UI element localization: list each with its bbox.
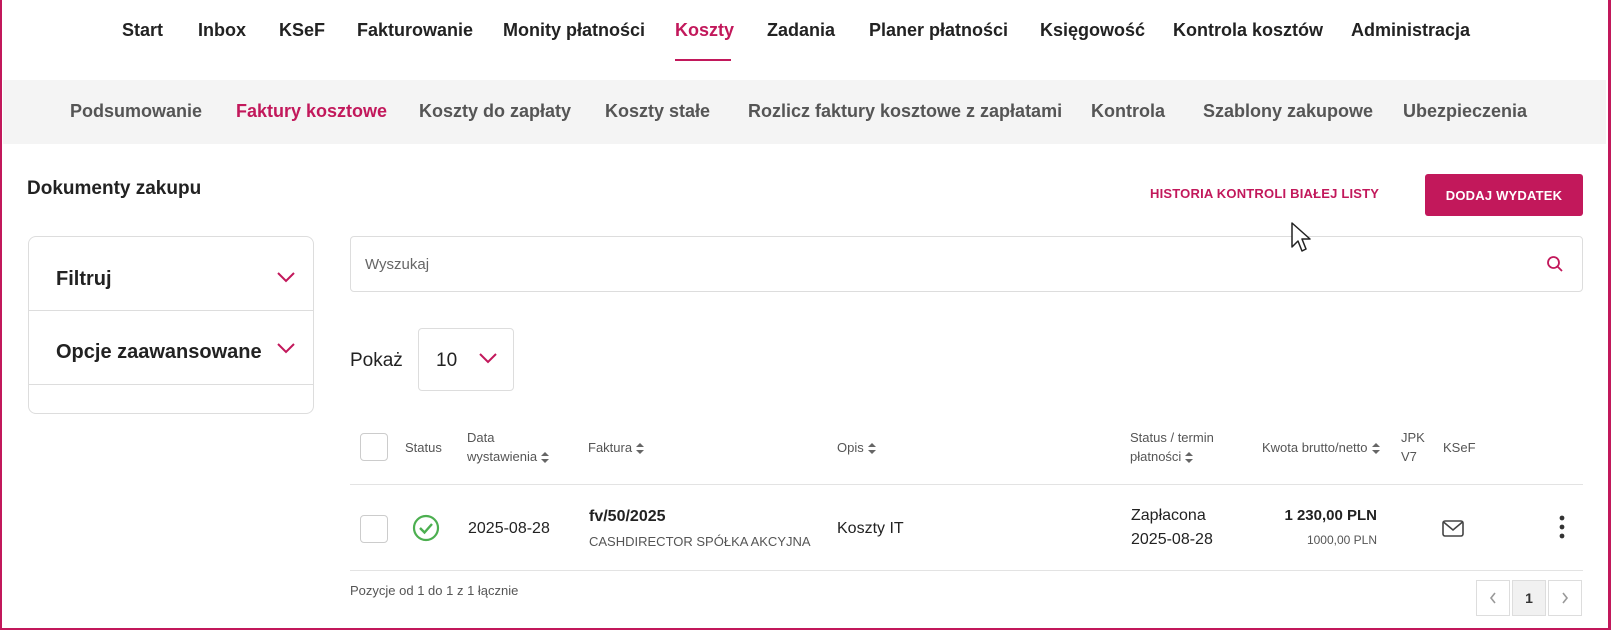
sort-icon (867, 443, 876, 455)
header-jpk-line1: JPK (1401, 430, 1425, 445)
row-counterparty: CASHDIRECTOR SPÓŁKA AKCYJNA (589, 534, 811, 549)
row-gross-amount: 1 230,00 PLN (1284, 507, 1377, 524)
nav-fakturowanie[interactable]: Fakturowanie (357, 20, 473, 41)
nav-zadania[interactable]: Zadania (767, 20, 835, 41)
subnav-ubezpieczenia[interactable]: Ubezpieczenia (1403, 101, 1527, 122)
row-divider (350, 570, 1583, 571)
next-page-button[interactable] (1548, 580, 1582, 616)
row-checkbox[interactable] (360, 515, 388, 543)
search-icon[interactable] (1546, 255, 1564, 273)
header-date-line2: wystawienia (467, 449, 538, 464)
page-title: Dokumenty zakupu (27, 178, 202, 199)
filter-panel: Filtruj Opcje zaawansowane (28, 236, 314, 414)
header-date-line1: Data (467, 430, 495, 445)
subnav-szablony[interactable]: Szablony zakupowe (1203, 101, 1373, 122)
nav-inbox[interactable]: Inbox (198, 20, 246, 41)
search-input[interactable] (365, 237, 1515, 291)
more-vertical-icon[interactable] (1558, 514, 1566, 540)
subnav-koszty-do-zaplaty[interactable]: Koszty do zapłaty (419, 101, 571, 122)
check-circle-icon (412, 514, 440, 542)
row-payment-date: 2025-08-28 (1131, 531, 1213, 548)
header-date[interactable]: Data wystawienia (467, 428, 550, 466)
nav-monity[interactable]: Monity płatności (503, 20, 645, 41)
filter-label: Filtruj (56, 268, 112, 290)
add-expense-button[interactable]: DODAJ WYDATEK (1425, 174, 1583, 216)
subnav-koszty-stale[interactable]: Koszty stałe (605, 101, 710, 122)
mouse-pointer-icon (1291, 222, 1311, 252)
sub-nav: Podsumowanie Faktury kosztowe Koszty do … (3, 80, 1606, 144)
subnav-kontrola[interactable]: Kontrola (1091, 101, 1165, 122)
header-status-term[interactable]: Status / termin płatności (1130, 428, 1214, 466)
header-description-label: Opis (837, 440, 864, 455)
subnav-rozlicz[interactable]: Rozlicz faktury kosztowe z zapłatami (748, 101, 1062, 122)
header-jpk-line2: V7 (1401, 449, 1417, 464)
page-button-current[interactable]: 1 (1512, 580, 1546, 616)
nav-ksef[interactable]: KSeF (279, 20, 325, 41)
header-status-term-line2: płatności (1130, 449, 1182, 464)
sort-icon (636, 443, 645, 455)
header-invoice-label: Faktura (588, 440, 633, 455)
nav-administracja[interactable]: Administracja (1351, 20, 1470, 41)
chevron-right-icon (1562, 592, 1569, 604)
header-description[interactable]: Opis (837, 438, 876, 457)
advanced-options-label: Opcje zaawansowane (56, 341, 262, 363)
advanced-options-toggle[interactable]: Opcje zaawansowane (29, 311, 313, 385)
select-all-checkbox[interactable] (360, 433, 388, 461)
header-jpk: JPK V7 (1401, 428, 1425, 466)
chevron-down-icon (277, 272, 295, 283)
nav-active-indicator (675, 59, 731, 61)
page-size-select[interactable]: 10 (418, 328, 514, 391)
filter-toggle[interactable]: Filtruj (29, 237, 313, 311)
main-nav: Start Inbox KSeF Fakturowanie Monity pła… (0, 0, 1611, 80)
sort-icon (1185, 452, 1194, 464)
header-amount[interactable]: Kwota brutto/netto (1262, 438, 1380, 457)
search-box (350, 236, 1583, 292)
header-ksef: KSeF (1443, 440, 1476, 455)
chevron-down-icon (479, 353, 497, 364)
prev-page-button[interactable] (1476, 580, 1510, 616)
row-invoice-number[interactable]: fv/50/2025 (589, 508, 666, 526)
history-whitelist-link[interactable]: HISTORIA KONTROLI BIAŁEJ LISTY (1150, 186, 1379, 201)
header-status: Status (405, 440, 442, 455)
chevron-down-icon (277, 343, 295, 354)
sort-icon (541, 452, 550, 464)
page-size-value: 10 (436, 350, 458, 371)
row-net-amount: 1000,00 PLN (1306, 533, 1377, 547)
pagination-summary: Pozycje od 1 do 1 z 1 łącznie (350, 583, 519, 598)
nav-ksiegowosc[interactable]: Księgowość (1040, 20, 1145, 41)
nav-koszty[interactable]: Koszty (675, 20, 734, 41)
sort-icon (1371, 443, 1380, 455)
chevron-left-icon (1489, 592, 1496, 604)
header-status-term-line1: Status / termin (1130, 430, 1214, 445)
row-date: 2025-08-28 (468, 520, 550, 537)
subnav-podsumowanie[interactable]: Podsumowanie (70, 101, 202, 122)
header-divider (350, 484, 1583, 485)
nav-start[interactable]: Start (122, 20, 163, 41)
envelope-icon[interactable] (1442, 520, 1464, 537)
page-size-label: Pokaż (350, 350, 403, 371)
row-payment-status: Zapłacona (1131, 507, 1206, 524)
subnav-faktury-kosztowe[interactable]: Faktury kosztowe (236, 101, 387, 122)
header-invoice[interactable]: Faktura (588, 438, 645, 457)
nav-planer[interactable]: Planer płatności (869, 20, 1008, 41)
nav-kontrola-kosztow[interactable]: Kontrola kosztów (1173, 20, 1323, 41)
row-description: Koszty IT (837, 520, 904, 537)
header-amount-label: Kwota brutto/netto (1262, 440, 1368, 455)
